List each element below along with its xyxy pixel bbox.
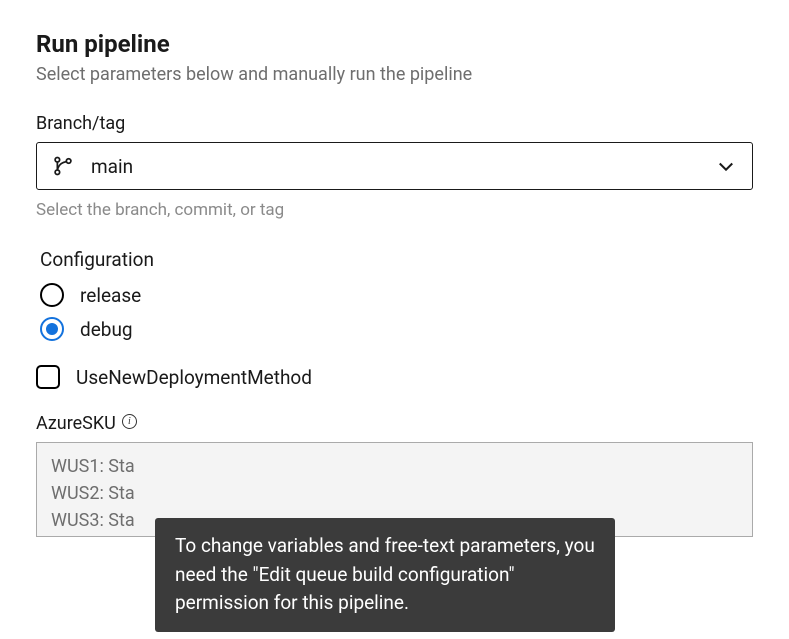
azuresku-label: AzureSKU xyxy=(36,413,116,434)
radio-debug[interactable]: debug xyxy=(40,317,753,341)
azuresku-line: WUS1: Sta xyxy=(51,453,738,480)
radio-input-release[interactable] xyxy=(40,283,64,307)
radio-release[interactable]: release xyxy=(40,283,753,307)
configuration-label: Configuration xyxy=(40,248,753,271)
branch-icon xyxy=(53,156,73,176)
radio-label-debug: debug xyxy=(80,318,133,341)
branch-label: Branch/tag xyxy=(36,113,753,134)
info-icon[interactable]: i xyxy=(122,414,137,429)
checkbox-usenewdeployment[interactable]: UseNewDeploymentMethod xyxy=(36,365,753,389)
page-subtitle: Select parameters below and manually run… xyxy=(36,64,753,85)
checkbox-input[interactable] xyxy=(36,365,60,389)
radio-label-release: release xyxy=(80,284,141,307)
tooltip: To change variables and free-text parame… xyxy=(155,518,615,632)
branch-select[interactable]: main xyxy=(36,142,753,190)
page-title: Run pipeline xyxy=(36,30,753,58)
branch-value: main xyxy=(91,155,716,178)
azuresku-line: WUS2: Sta xyxy=(51,480,738,507)
checkbox-label: UseNewDeploymentMethod xyxy=(76,366,312,389)
branch-hint: Select the branch, commit, or tag xyxy=(36,200,753,220)
chevron-down-icon xyxy=(716,156,736,176)
radio-input-debug[interactable] xyxy=(40,317,64,341)
